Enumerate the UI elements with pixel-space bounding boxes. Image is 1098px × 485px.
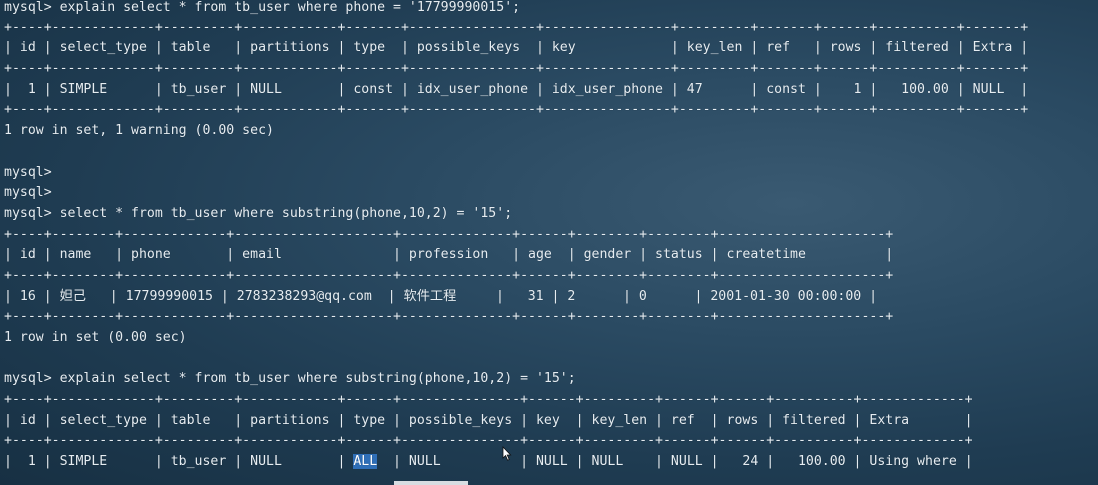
row-prefix: | 1 | SIMPLE | tb_user | NULL | xyxy=(4,454,354,469)
mouse-pointer-icon xyxy=(502,446,512,461)
selected-text[interactable]: ALL xyxy=(353,454,378,469)
table-border: +----+--------+-------------+-----------… xyxy=(4,309,894,324)
table-border: +----+--------+-------------+-----------… xyxy=(4,268,894,283)
prompt-line: mysql> xyxy=(4,165,52,180)
prompt-line: mysql> select * from tb_user where subst… xyxy=(4,206,513,221)
table-border: +----+-------------+---------+----------… xyxy=(4,392,973,407)
row-suffix: | NULL | NULL | NULL | NULL | 24 | 100.0… xyxy=(377,454,973,469)
table-border: +----+-------------+---------+----------… xyxy=(4,102,1029,117)
table-header: | id | name | phone | email | profession… xyxy=(4,247,894,262)
table-header: | id | select_type | table | partitions … xyxy=(4,40,1029,55)
table-row: | 16 | 妲己 | 17799990015 | 2783238293@qq.… xyxy=(4,289,878,304)
table-row: | 1 | SIMPLE | tb_user | NULL | ALL | NU… xyxy=(4,454,973,470)
table-border: +----+-------------+---------+----------… xyxy=(4,61,1029,76)
terminal-output[interactable]: mysql> explain select * from tb_user whe… xyxy=(4,0,1098,485)
table-header: | id | select_type | table | partitions … xyxy=(4,413,973,428)
result-status: 1 row in set, 1 warning (0.00 sec) xyxy=(4,123,274,138)
table-border: +----+-------------+---------+----------… xyxy=(4,433,973,448)
prompt-line: mysql> xyxy=(4,185,52,200)
selection-tooltip-edge xyxy=(394,481,468,485)
table-row: | 1 | SIMPLE | tb_user | NULL | const | … xyxy=(4,82,1029,97)
prompt-line: mysql> explain select * from tb_user whe… xyxy=(4,0,521,15)
table-border: +----+-------------+---------+----------… xyxy=(4,20,1029,35)
table-border: +----+--------+-------------+-----------… xyxy=(4,227,894,242)
prompt-line: mysql> explain select * from tb_user whe… xyxy=(4,371,576,386)
result-status: 1 row in set (0.00 sec) xyxy=(4,330,187,345)
